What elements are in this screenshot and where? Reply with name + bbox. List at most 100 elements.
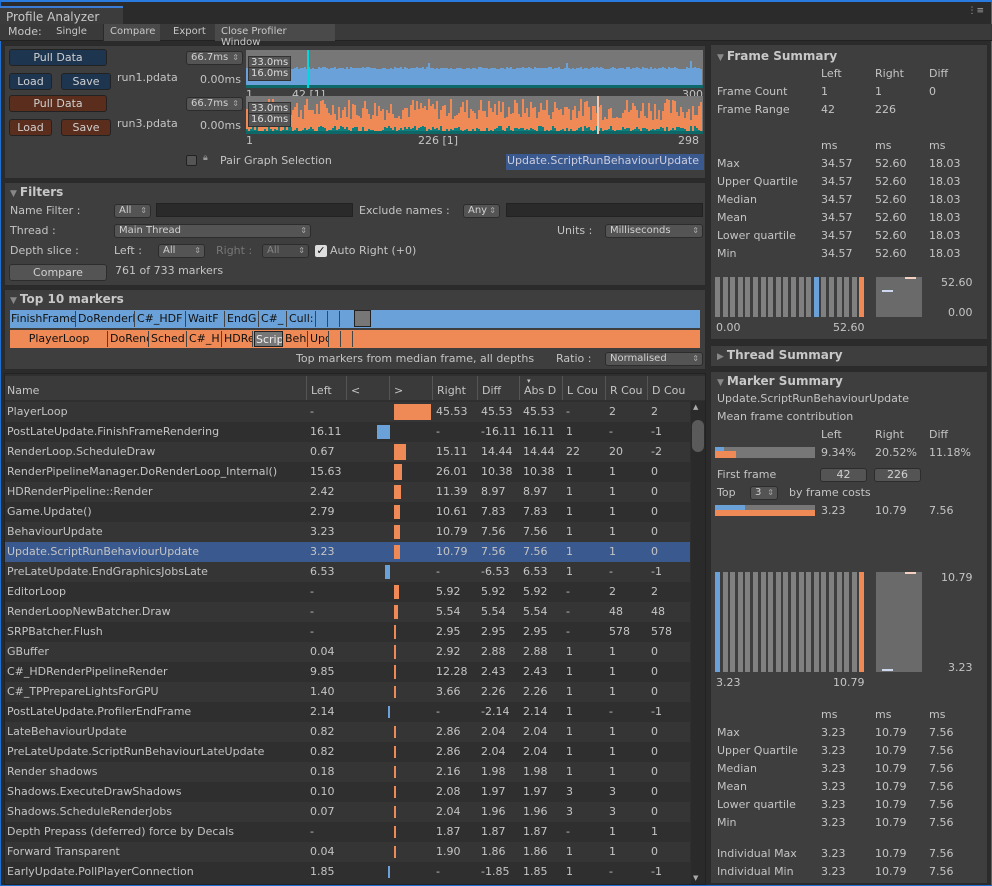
- export-button[interactable]: Export: [167, 24, 213, 41]
- cell-dcou: 0: [651, 505, 658, 518]
- pair-graph-checkbox[interactable]: [186, 155, 197, 166]
- top10-marker[interactable]: [330, 331, 341, 347]
- top10-selected-marker[interactable]: [354, 310, 371, 327]
- column-header[interactable]: Diff: [477, 376, 519, 400]
- top10-marker[interactable]: [317, 311, 328, 327]
- table-row[interactable]: PostLateUpdate.ProfilerEndFrame 2.14- -2.1…: [5, 702, 690, 722]
- depth-left-dropdown[interactable]: All: [158, 244, 205, 258]
- top10-marker[interactable]: DoRenderLoo: [77, 311, 135, 327]
- ratio-dropdown[interactable]: Normalised: [605, 352, 703, 366]
- table-row[interactable]: Forward Transparent 0.04 1.90 1.86 1.86 1 1 0: [5, 842, 690, 862]
- top10-marker[interactable]: C#_H: [188, 331, 222, 347]
- frame-summary-header[interactable]: ▼ Frame Summary: [717, 49, 837, 63]
- save-button[interactable]: Save: [61, 119, 111, 136]
- mode-compare-button[interactable]: Compare: [104, 24, 160, 41]
- thread-summary-header[interactable]: ▶ Thread Summary: [717, 348, 843, 362]
- top10-marker[interactable]: C#_: [260, 311, 287, 327]
- top10-marker[interactable]: Sched: [150, 331, 187, 347]
- top10-marker[interactable]: [329, 311, 340, 327]
- marker-summary-header[interactable]: ▼ Marker Summary: [717, 374, 843, 388]
- table-row[interactable]: LateBehaviourUpdate 0.82 2.86 2.04 2.04 1 1 0: [5, 722, 690, 742]
- table-row[interactable]: EarlyUpdate.PollPlayerConnection 1.85- -1.…: [5, 862, 690, 882]
- top10-marker[interactable]: Cull:: [288, 311, 316, 327]
- close-profiler-button[interactable]: Close Profiler Window: [215, 24, 335, 48]
- cell-name: Depth Prepass (deferred) force by Decals: [7, 825, 234, 838]
- top10-marker[interactable]: [342, 331, 353, 347]
- compare-button[interactable]: Compare: [9, 264, 107, 281]
- window-tab[interactable]: Profile Analyzer: [0, 6, 123, 25]
- table-row[interactable]: Update.ScriptRunBehaviourUpdate 3.23 10.79…: [5, 542, 690, 562]
- histogram-bucket: [783, 277, 789, 317]
- table-row[interactable]: Game.Update() 2.79 10.61 7.83 7.83 1 1 0: [5, 502, 690, 522]
- column-header[interactable]: <: [346, 376, 389, 400]
- column-header[interactable]: R Cou: [605, 376, 647, 400]
- load-button[interactable]: Load: [9, 119, 52, 136]
- scroll-down-icon[interactable]: ▼: [693, 874, 698, 882]
- graph-scale-dropdown[interactable]: 66.7ms: [186, 97, 243, 111]
- filters-header[interactable]: ▼ Filters: [10, 185, 63, 199]
- top10-marker[interactable]: Upd: [309, 331, 329, 347]
- save-button[interactable]: Save: [61, 73, 111, 90]
- table-row[interactable]: C#_TPPrepareLightsForGPU 1.40 3.66 2.26 2.26…: [5, 682, 690, 702]
- table-row[interactable]: Shadows.ScheduleRenderJobs 0.07 2.04 1.96 1.…: [5, 802, 690, 822]
- table-row[interactable]: BehaviourUpdate 3.23 10.79 7.56 7.56 1 1 0: [5, 522, 690, 542]
- top10-header[interactable]: ▼ Top 10 markers: [10, 292, 124, 306]
- top10-marker[interactable]: DoRenderLo: [109, 331, 149, 347]
- table-row[interactable]: EditorLoop - 5.92 5.92 5.92 - 2 2: [5, 582, 690, 602]
- mode-single-button[interactable]: Single: [40, 24, 104, 41]
- auto-right-checkbox[interactable]: ✓: [315, 245, 327, 257]
- cell-left: 6.53: [310, 565, 335, 578]
- unit-label: ms: [821, 139, 838, 152]
- table-row[interactable]: Depth Prepass (deferred) force by Decals…: [5, 822, 690, 842]
- units-dropdown[interactable]: Milliseconds: [605, 224, 703, 238]
- table-row[interactable]: RenderLoop.ScheduleDraw 0.67 15.11 14.44 14.…: [5, 442, 690, 462]
- top10-marker[interactable]: PlayerLoop: [10, 331, 108, 347]
- summary-value: 7.56: [929, 847, 954, 860]
- table-row[interactable]: Shadows.ExecuteDrawShadows 0.10 2.08 1.97 1.…: [5, 782, 690, 802]
- exclude-mode-dropdown[interactable]: Any: [463, 204, 500, 218]
- column-header[interactable]: >: [389, 376, 432, 400]
- table-row[interactable]: GBuffer 0.04 2.92 2.88 2.88 1 1 0: [5, 642, 690, 662]
- table-row[interactable]: RenderPipelineManager.DoRenderLoop_Inter…: [5, 462, 690, 482]
- top-n-dropdown[interactable]: 3: [750, 486, 778, 500]
- scrollbar-thumb[interactable]: [692, 420, 704, 452]
- frame-time-graph[interactable]: 33.0ms 16.0ms: [246, 50, 703, 88]
- first-frame-right-button[interactable]: 226: [874, 468, 921, 482]
- load-button[interactable]: Load: [9, 73, 52, 90]
- name-filter-mode-dropdown[interactable]: All: [114, 204, 151, 218]
- column-header[interactable]: D Cou: [647, 376, 689, 400]
- frame-time-graph[interactable]: 33.0ms 16.0ms: [246, 96, 703, 134]
- top10-marker[interactable]: WaitF: [187, 311, 225, 327]
- exclude-names-input[interactable]: [506, 203, 703, 217]
- top10-marker[interactable]: Beha: [284, 331, 308, 347]
- column-header[interactable]: L Cou: [562, 376, 605, 400]
- column-header[interactable]: Name: [3, 376, 303, 400]
- table-row[interactable]: PreLateUpdate.EndGraphicsJobsLate 6.53- -6…: [5, 562, 690, 582]
- table-row[interactable]: Render shadows 0.18 2.16 1.98 1.98 1 1 0: [5, 762, 690, 782]
- summary-label: Individual Max: [717, 847, 797, 860]
- table-row[interactable]: RenderLoopNewBatcher.Draw - 5.54 5.54 5.54 - 4…: [5, 602, 690, 622]
- table-row[interactable]: SRPBatcher.Flush - 2.95 2.95 2.95 - 578 578: [5, 622, 690, 642]
- pull-data-button[interactable]: Pull Data: [9, 49, 107, 66]
- graph-scale-dropdown[interactable]: 66.7ms: [186, 51, 243, 65]
- pull-data-button[interactable]: Pull Data: [9, 95, 107, 112]
- top10-marker[interactable]: HDRe: [223, 331, 253, 347]
- top10-marker[interactable]: Scrip: [254, 331, 283, 347]
- scroll-up-icon[interactable]: ▲: [693, 403, 698, 411]
- table-row[interactable]: PreLateUpdate.ScriptRunBehaviourLateUpda…: [5, 742, 690, 762]
- top10-marker[interactable]: C#_HDF: [136, 311, 186, 327]
- window-menu-icon[interactable]: ⋮≡: [967, 6, 984, 16]
- name-filter-input[interactable]: [156, 203, 353, 217]
- cell-diff: 8.97: [481, 485, 506, 498]
- table-row[interactable]: C#_HDRenderPipelineRender 9.85 12.28 2.43 2.…: [5, 662, 690, 682]
- column-header[interactable]: Right: [432, 376, 477, 400]
- top10-marker[interactable]: FinishFrameRe: [10, 311, 76, 327]
- table-row[interactable]: PlayerLoop -45.53 45.53 45.53-2 2: [5, 402, 690, 422]
- column-header[interactable]: Left: [306, 376, 346, 400]
- table-scrollbar[interactable]: ▲ ▼: [691, 401, 705, 884]
- table-row[interactable]: HDRenderPipeline::Render 2.42 11.39 8.97 8.9…: [5, 482, 690, 502]
- thread-dropdown[interactable]: Main Thread: [114, 224, 311, 238]
- top10-marker[interactable]: EndG: [226, 311, 259, 327]
- first-frame-left-button[interactable]: 42: [820, 468, 867, 482]
- table-row[interactable]: PostLateUpdate.FinishFrameRendering 16.11…: [5, 422, 690, 442]
